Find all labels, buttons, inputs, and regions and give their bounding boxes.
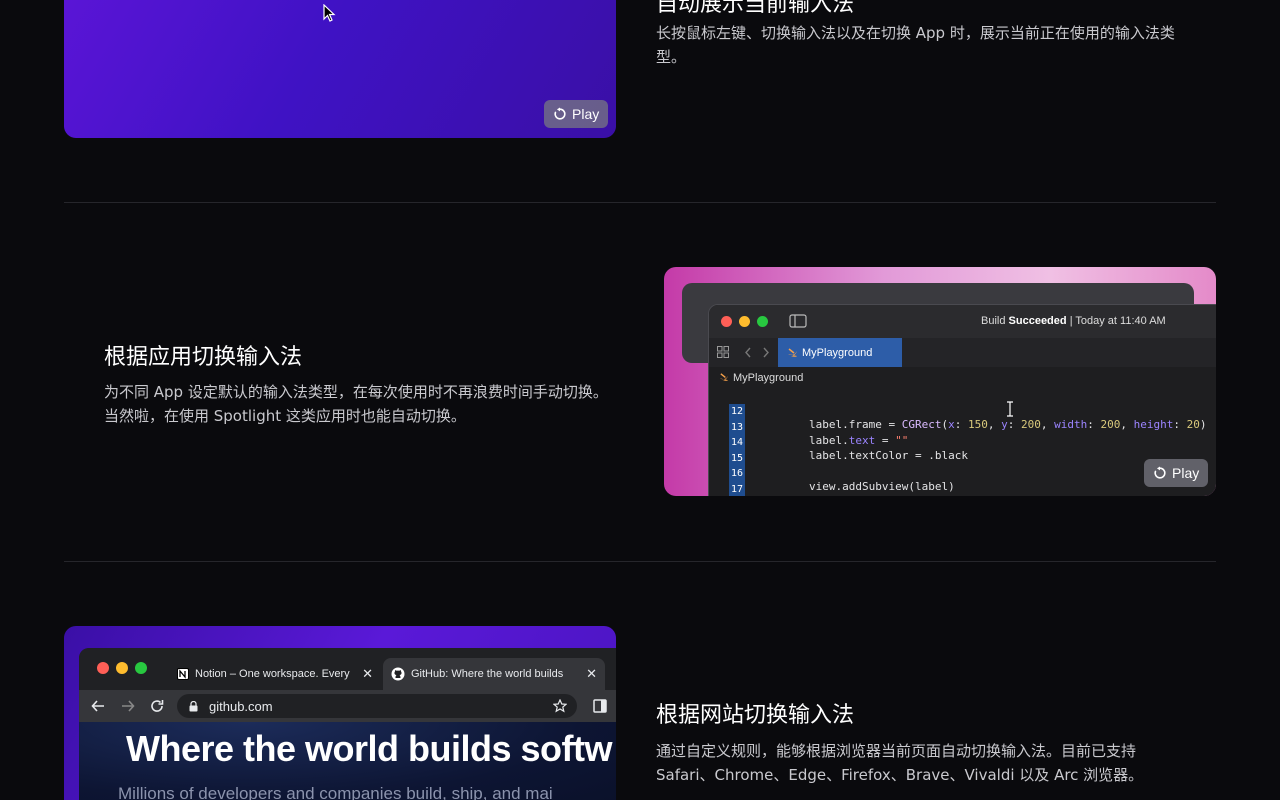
play-label: Play xyxy=(572,106,600,122)
minimize-window-icon[interactable] xyxy=(116,662,128,674)
sidebar-toggle-icon[interactable] xyxy=(789,314,807,328)
code-line: 13 label.text = "" xyxy=(709,407,1216,447)
lock-icon xyxy=(189,701,198,712)
code-line: 14 label.textColor = .black xyxy=(709,422,1216,462)
code-line: 16 view.addSubview(label) xyxy=(709,453,1216,493)
browser-tabbar: Notion – One workspace. Every ✕ GitHub: … xyxy=(79,648,616,690)
code-line: 18 } xyxy=(709,485,1216,496)
feature-video-ime-display: Play xyxy=(64,0,616,138)
xcode-titlebar: Build Succeeded | Today at 11:40 AM xyxy=(709,305,1216,339)
swift-icon xyxy=(719,373,729,381)
feature-title-ime-display: 自动展示当前输入法 xyxy=(656,0,855,17)
webpage-subheadline: Millions of developers and companies bui… xyxy=(118,784,553,800)
play-button[interactable]: Play xyxy=(1144,459,1209,487)
tab-myplayground[interactable]: MyPlayground xyxy=(778,338,902,367)
zoom-window-icon[interactable] xyxy=(135,662,147,674)
code-line: 17 self.view = view xyxy=(709,469,1216,496)
play-label: Play xyxy=(1172,465,1200,481)
replay-icon xyxy=(1154,466,1166,479)
close-window-icon[interactable] xyxy=(97,662,109,674)
back-arrow-icon[interactable] xyxy=(91,699,105,713)
close-tab-icon[interactable]: ✕ xyxy=(586,666,597,682)
feature-video-app-switch: Build Succeeded | Today at 11:40 AM MyPl… xyxy=(664,267,1216,496)
section-divider xyxy=(64,202,1216,203)
replay-icon xyxy=(554,107,566,120)
webpage-content: Where the world builds softw Millions of… xyxy=(79,722,616,800)
section-divider xyxy=(64,561,1216,562)
back-arrow-icon[interactable] xyxy=(744,347,752,358)
breadcrumb-label: MyPlayground xyxy=(733,372,804,384)
feature-description-app-switch: 为不同 App 设定默认的输入法类型，在每次使用时不再浪费时间手动切换。当然啦，… xyxy=(104,383,608,425)
build-status: Build Succeeded | Today at 11:40 AM xyxy=(981,315,1166,327)
code-line: 12 label.frame = CGRect(x: 150, y: 200, … xyxy=(709,391,1216,431)
code-line: 15 xyxy=(709,438,1216,467)
text-cursor-icon xyxy=(1007,401,1013,417)
xcode-tabbar: MyPlayground xyxy=(709,338,1216,367)
address-bar[interactable]: github.com xyxy=(177,694,577,718)
close-window-icon[interactable] xyxy=(721,316,732,327)
feature-title-website-switch: 根据网站切换输入法 xyxy=(656,703,855,728)
browser-tab-github[interactable]: GitHub: Where the world builds ✕ xyxy=(383,658,605,690)
tab-label: GitHub: Where the world builds xyxy=(411,668,564,680)
breadcrumb[interactable]: MyPlayground xyxy=(719,372,803,384)
forward-arrow-icon[interactable] xyxy=(121,699,135,713)
reload-icon[interactable] xyxy=(150,699,164,713)
tab-label: MyPlayground xyxy=(802,346,873,359)
github-icon xyxy=(391,667,405,681)
tab-label: Notion – One workspace. Every xyxy=(195,668,350,680)
webpage-headline: Where the world builds softw xyxy=(126,728,613,769)
minimize-window-icon[interactable] xyxy=(739,316,750,327)
url-text: github.com xyxy=(209,698,273,714)
mouse-cursor-icon xyxy=(323,4,336,22)
play-button[interactable]: Play xyxy=(544,100,609,128)
grid-icon[interactable] xyxy=(717,346,729,358)
swift-icon xyxy=(788,348,797,357)
feature-description-ime-display: 长按鼠标左键、切换输入法以及在切换 App 时，展示当前正在使用的输入法类型。 xyxy=(656,24,1175,66)
close-tab-icon[interactable]: ✕ xyxy=(362,666,373,682)
build-status-result: Succeeded xyxy=(1008,315,1067,327)
feature-video-website-switch: Notion – One workspace. Every ✕ GitHub: … xyxy=(64,626,616,800)
notion-icon xyxy=(177,668,189,680)
feature-description-website-switch: 通过自定义规则，能够根据浏览器当前页面自动切换输入法。目前已支持 Safari、… xyxy=(656,742,1144,784)
side-panel-icon[interactable] xyxy=(593,699,607,713)
browser-tab-notion[interactable]: Notion – One workspace. Every ✕ xyxy=(169,658,381,690)
feature-title-app-switch: 根据应用切换输入法 xyxy=(104,345,303,370)
browser-toolbar: github.com xyxy=(79,690,616,722)
star-icon[interactable] xyxy=(553,699,567,713)
build-status-prefix: Build xyxy=(981,315,1006,327)
zoom-window-icon[interactable] xyxy=(757,316,768,327)
browser-window: Notion – One workspace. Every ✕ GitHub: … xyxy=(79,648,616,800)
build-status-time: | Today at 11:40 AM xyxy=(1069,315,1166,327)
forward-arrow-icon[interactable] xyxy=(762,347,770,358)
xcode-window: Build Succeeded | Today at 11:40 AM MyPl… xyxy=(708,304,1216,496)
